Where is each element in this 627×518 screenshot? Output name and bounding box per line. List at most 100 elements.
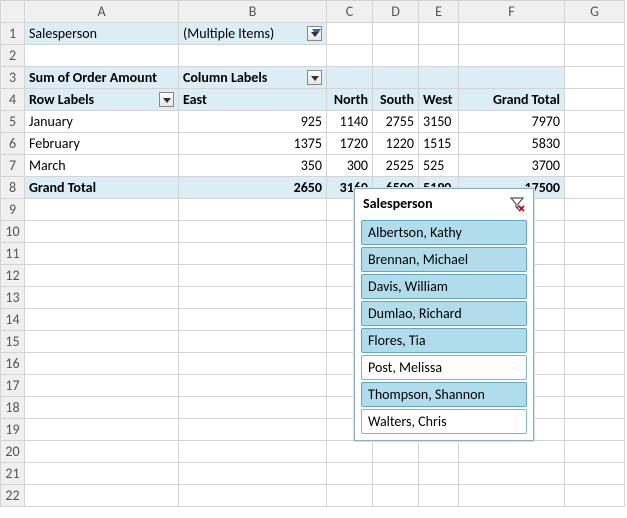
cell[interactable] xyxy=(565,111,625,133)
cell[interactable] xyxy=(25,485,179,507)
cell[interactable] xyxy=(565,199,625,221)
col-header-C[interactable]: C xyxy=(327,1,373,23)
col-header-E[interactable]: E xyxy=(419,1,459,23)
data-cell[interactable]: 3700 xyxy=(459,155,565,177)
data-cell[interactable]: 1220 xyxy=(373,133,419,155)
cell[interactable] xyxy=(327,45,373,67)
row-header[interactable]: 22 xyxy=(1,485,25,507)
row-header[interactable]: 15 xyxy=(1,331,25,353)
cell[interactable] xyxy=(327,463,373,485)
measure-label[interactable]: Sum of Order Amount xyxy=(25,67,179,89)
col-header-B[interactable]: B xyxy=(179,1,327,23)
cell[interactable] xyxy=(25,375,179,397)
slicer-item[interactable]: Walters, Chris xyxy=(361,409,527,434)
column-labels-cell[interactable]: Column Labels xyxy=(179,67,327,89)
cell[interactable] xyxy=(179,353,327,375)
cell[interactable] xyxy=(179,375,327,397)
cell[interactable] xyxy=(565,331,625,353)
cell[interactable] xyxy=(459,67,565,89)
cell[interactable] xyxy=(179,309,327,331)
slicer-item[interactable]: Dumlao, Richard xyxy=(361,301,527,326)
slicer-item[interactable]: Davis, William xyxy=(361,274,527,299)
row-header[interactable]: 2 xyxy=(1,45,25,67)
column-labels-dropdown-icon[interactable] xyxy=(307,70,322,85)
data-cell[interactable]: 7970 xyxy=(459,111,565,133)
cell[interactable] xyxy=(565,485,625,507)
row-header[interactable]: 5 xyxy=(1,111,25,133)
cell[interactable] xyxy=(459,485,565,507)
row-header[interactable]: 3 xyxy=(1,67,25,89)
col-header-grandtotal[interactable]: Grand Total xyxy=(459,89,565,111)
cell[interactable] xyxy=(25,441,179,463)
cell[interactable] xyxy=(25,463,179,485)
cell[interactable] xyxy=(179,485,327,507)
row-header[interactable]: 11 xyxy=(1,243,25,265)
cell[interactable] xyxy=(25,353,179,375)
cell[interactable] xyxy=(565,67,625,89)
cell[interactable] xyxy=(419,463,459,485)
row-header[interactable]: 18 xyxy=(1,397,25,419)
cell[interactable] xyxy=(565,287,625,309)
cell[interactable] xyxy=(25,265,179,287)
cell[interactable] xyxy=(25,309,179,331)
cell[interactable] xyxy=(179,265,327,287)
col-header-south[interactable]: South xyxy=(373,89,419,111)
cell[interactable] xyxy=(565,155,625,177)
cell[interactable] xyxy=(565,375,625,397)
col-header-west[interactable]: West xyxy=(419,89,459,111)
data-cell[interactable]: 1140 xyxy=(327,111,373,133)
row-header[interactable]: 16 xyxy=(1,353,25,375)
cell[interactable] xyxy=(179,331,327,353)
cell[interactable] xyxy=(565,89,625,111)
grand-total-cell[interactable]: 2650 xyxy=(179,177,327,199)
cell[interactable] xyxy=(327,23,373,45)
cell[interactable] xyxy=(179,441,327,463)
cell[interactable] xyxy=(327,485,373,507)
data-cell[interactable]: 1720 xyxy=(327,133,373,155)
data-cell[interactable]: 925 xyxy=(179,111,327,133)
col-header-A[interactable]: A xyxy=(25,1,179,23)
row-header[interactable]: 12 xyxy=(1,265,25,287)
cell[interactable] xyxy=(25,199,179,221)
cell[interactable] xyxy=(565,353,625,375)
cell[interactable] xyxy=(179,199,327,221)
row-labels-cell[interactable]: Row Labels xyxy=(25,89,179,111)
cell[interactable] xyxy=(25,397,179,419)
slicer-item[interactable]: Post, Melissa xyxy=(361,355,527,380)
cell[interactable] xyxy=(419,23,459,45)
cell[interactable] xyxy=(459,441,565,463)
data-cell[interactable]: 2525 xyxy=(373,155,419,177)
cell[interactable] xyxy=(373,67,419,89)
cell[interactable] xyxy=(25,331,179,353)
data-cell[interactable]: 1515 xyxy=(419,133,459,155)
data-cell[interactable]: 350 xyxy=(179,155,327,177)
cell[interactable] xyxy=(565,23,625,45)
data-cell[interactable]: 5830 xyxy=(459,133,565,155)
col-header-D[interactable]: D xyxy=(373,1,419,23)
cell[interactable] xyxy=(565,133,625,155)
cell[interactable] xyxy=(565,177,625,199)
cell[interactable] xyxy=(327,441,373,463)
data-cell[interactable]: 1375 xyxy=(179,133,327,155)
row-header[interactable]: 7 xyxy=(1,155,25,177)
row-header[interactable]: 17 xyxy=(1,375,25,397)
cell[interactable] xyxy=(25,243,179,265)
cell[interactable] xyxy=(373,45,419,67)
cell[interactable] xyxy=(459,45,565,67)
slicer-item[interactable]: Thompson, Shannon xyxy=(361,382,527,407)
filter-field-cell[interactable]: Salesperson xyxy=(25,23,179,45)
slicer-item[interactable]: Brennan, Michael xyxy=(361,247,527,272)
cell[interactable] xyxy=(25,221,179,243)
cell[interactable] xyxy=(419,45,459,67)
row-label[interactable]: March xyxy=(25,155,179,177)
cell[interactable] xyxy=(565,397,625,419)
clear-filter-icon[interactable] xyxy=(509,196,525,212)
cell[interactable] xyxy=(419,67,459,89)
cell[interactable] xyxy=(459,23,565,45)
cell[interactable] xyxy=(25,419,179,441)
col-header-north[interactable]: North xyxy=(327,89,373,111)
cell[interactable] xyxy=(179,397,327,419)
cell[interactable] xyxy=(373,23,419,45)
row-header[interactable]: 10 xyxy=(1,221,25,243)
row-label[interactable]: February xyxy=(25,133,179,155)
